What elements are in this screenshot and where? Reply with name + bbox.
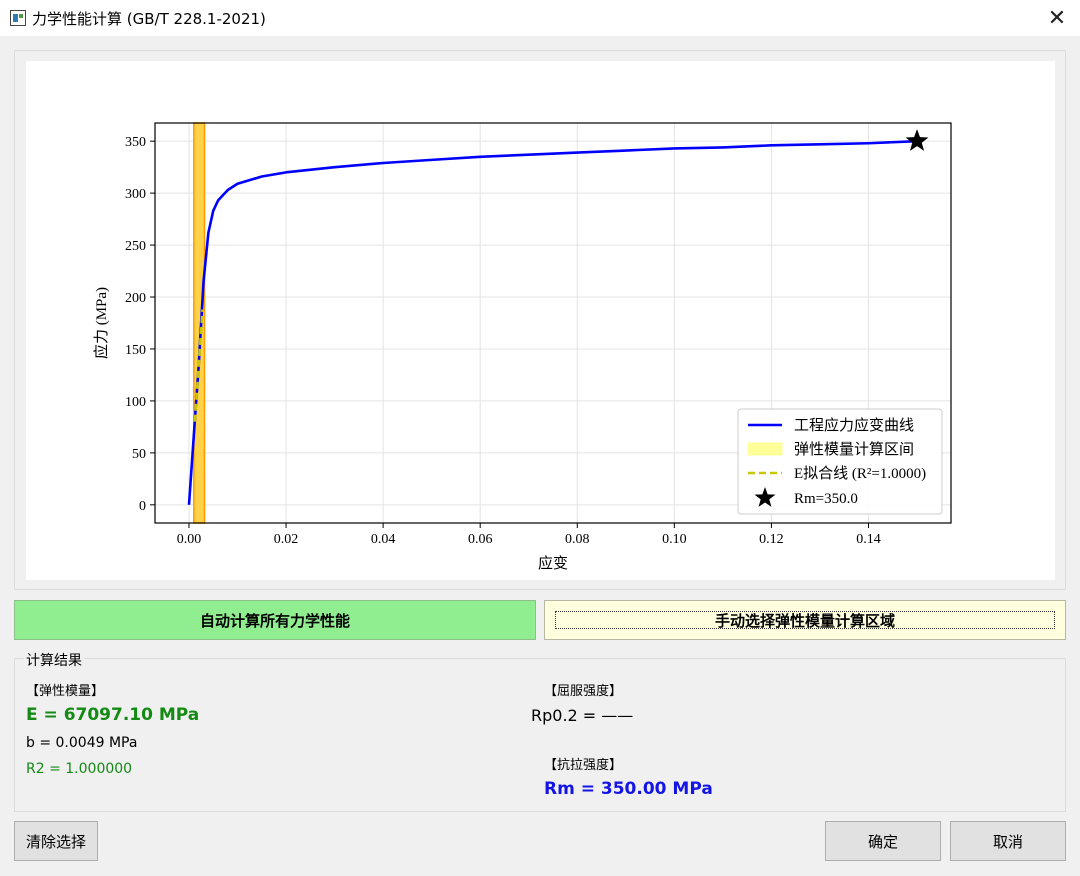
y-tick-label: 50 — [132, 447, 146, 462]
ok-label: 确定 — [867, 832, 898, 851]
legend-entry: 工程应力应变曲线 — [794, 416, 914, 434]
title-bar: 力学性能计算 (GB/T 228.1-2021) ✕ — [0, 0, 1080, 36]
e-value: E = 67097.10 MPa — [26, 705, 200, 725]
x-axis-label: 应变 — [538, 554, 568, 572]
rp-value: Rp0.2 = —— — [531, 706, 634, 725]
y-tick-label: 350 — [125, 135, 146, 150]
x-tick-label: 0.12 — [759, 532, 784, 547]
y-tick-label: 0 — [139, 499, 146, 514]
ok-button[interactable]: 确定 — [825, 821, 941, 861]
x-tick-label: 0.08 — [565, 532, 590, 547]
x-tick-label: 0.06 — [468, 532, 493, 547]
x-tick-label: 0.02 — [274, 532, 299, 547]
legend-band-swatch — [747, 442, 783, 456]
window-title: 力学性能计算 (GB/T 228.1-2021) — [32, 9, 266, 28]
results-group-title: 计算结果 — [24, 650, 84, 670]
y-tick-label: 250 — [125, 239, 146, 254]
app-icon — [10, 10, 26, 26]
legend-entry: E拟合线 (R²=1.0000) — [794, 465, 926, 482]
close-icon[interactable]: ✕ — [1034, 0, 1080, 36]
y-tick-label: 100 — [125, 395, 146, 410]
manual-select-button[interactable]: 手动选择弹性模量计算区域 — [544, 600, 1066, 640]
y-tick-label: 150 — [125, 343, 146, 358]
x-tick-label: 0.04 — [371, 532, 396, 547]
results-group — [14, 658, 1066, 812]
x-tick-label: 0.10 — [662, 532, 687, 547]
cancel-button[interactable]: 取消 — [950, 821, 1066, 861]
y-tick-label: 200 — [125, 291, 146, 306]
manual-select-label: 手动选择弹性模量计算区域 — [714, 611, 895, 630]
elastic-region-band — [193, 122, 206, 524]
legend-entry: Rm=350.0 — [794, 491, 858, 507]
auto-calculate-button[interactable]: 自动计算所有力学性能 — [14, 600, 536, 640]
stress-strain-chart[interactable]: 0.00 0.02 0.04 0.06 0.08 0.10 0.12 0.14 0 50 100 15… — [26, 61, 1055, 580]
cancel-label: 取消 — [992, 832, 1023, 851]
y-tick-label: 300 — [125, 187, 146, 202]
chart-canvas[interactable]: 0.00 0.02 0.04 0.06 0.08 0.10 0.12 0.14 0 50 100 15… — [26, 61, 1055, 580]
tensile-header: 【抗拉强度】 — [544, 758, 623, 773]
x-tick-label: 0.00 — [177, 532, 202, 547]
b-value: b = 0.0049 MPa — [26, 735, 138, 751]
x-tick-label: 0.14 — [856, 532, 881, 547]
rm-star-marker — [905, 129, 929, 151]
clear-selection-label: 清除选择 — [25, 832, 86, 851]
elastic-header: 【弹性模量】 — [26, 684, 105, 699]
legend-entry: 弹性模量计算区间 — [794, 440, 914, 458]
yield-header: 【屈服强度】 — [544, 684, 623, 699]
auto-calculate-label: 自动计算所有力学性能 — [199, 611, 350, 630]
y-axis-label: 应力 (MPa) — [92, 287, 110, 359]
rm-value: Rm = 350.00 MPa — [544, 779, 713, 799]
clear-selection-button[interactable]: 清除选择 — [14, 821, 98, 861]
r2-value: R2 = 1.000000 — [26, 761, 133, 777]
